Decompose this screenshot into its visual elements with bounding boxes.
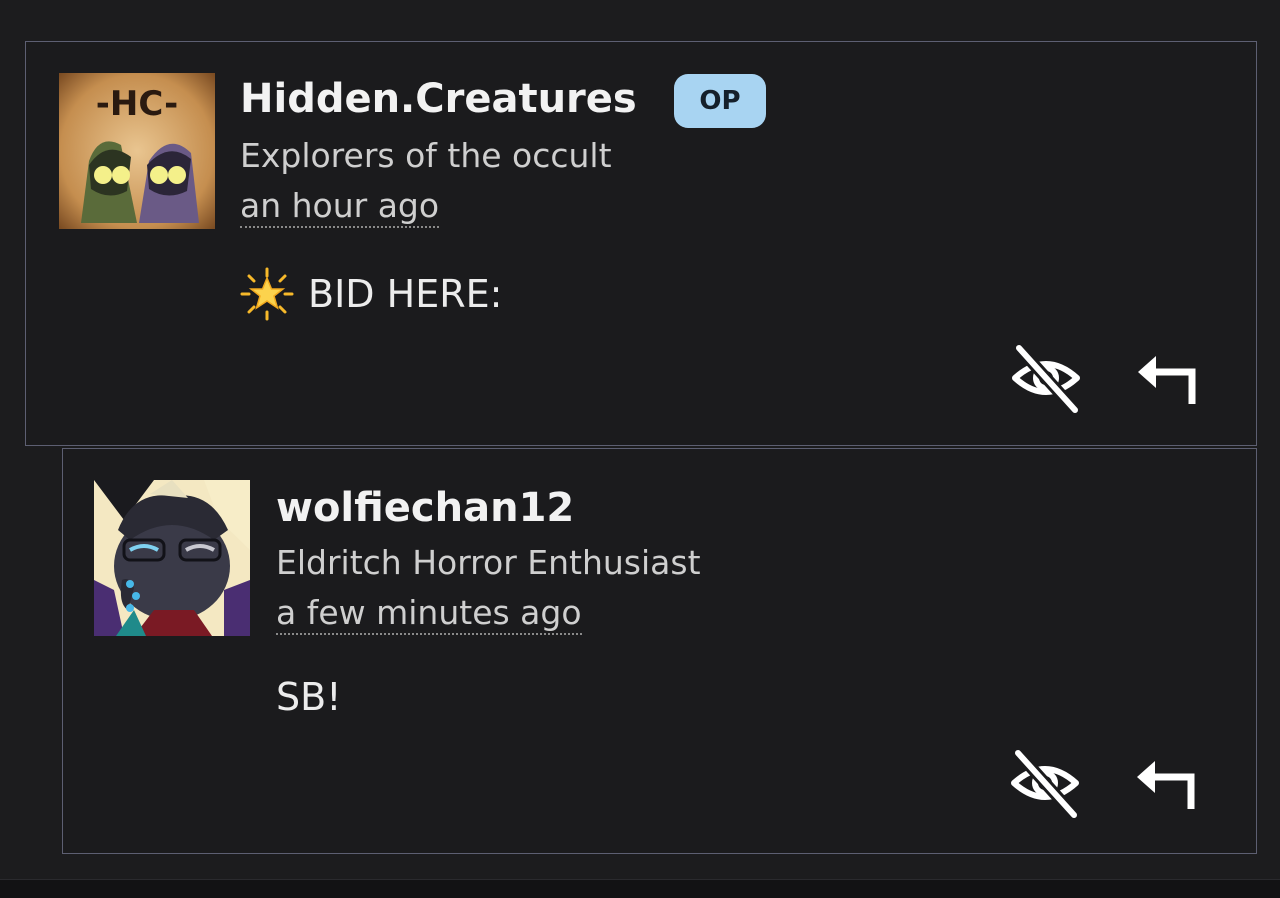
reply-arrow-icon: [1137, 761, 1195, 809]
comment-body-text: BID HERE:: [308, 272, 503, 316]
avatar-wolfiechan12[interactable]: [94, 480, 250, 636]
comment-reply: wolfiechan12 Eldritch Horror Enthusiast …: [62, 448, 1257, 854]
glowing-star-icon: [240, 267, 294, 321]
timestamp[interactable]: a few minutes ago: [276, 593, 582, 635]
user-tagline: Explorers of the occult: [240, 136, 612, 175]
hide-comment-button[interactable]: [1009, 342, 1083, 416]
comment-body: SB!: [276, 674, 341, 720]
comment-op: -HC- Hidden.Creatures OP Explorers of th…: [25, 41, 1257, 446]
bottom-bar: [0, 879, 1280, 898]
avatar-hidden-creatures[interactable]: -HC-: [59, 73, 215, 229]
comment-body-text: SB!: [276, 675, 342, 719]
timestamp[interactable]: an hour ago: [240, 186, 440, 228]
username[interactable]: wolfiechan12: [276, 484, 574, 532]
eye-off-icon: [1012, 343, 1080, 415]
reply-button[interactable]: [1132, 342, 1206, 416]
eye-off-icon: [1011, 748, 1079, 820]
reply-button[interactable]: [1131, 747, 1205, 821]
comment-body: BID HERE:: [240, 267, 502, 321]
reply-arrow-icon: [1138, 356, 1196, 404]
hide-comment-button[interactable]: [1008, 747, 1082, 821]
avatar-logo-text: -HC-: [96, 84, 178, 124]
op-badge: OP: [674, 74, 766, 128]
username[interactable]: Hidden.Creatures: [240, 75, 637, 123]
user-tagline: Eldritch Horror Enthusiast: [276, 543, 701, 582]
